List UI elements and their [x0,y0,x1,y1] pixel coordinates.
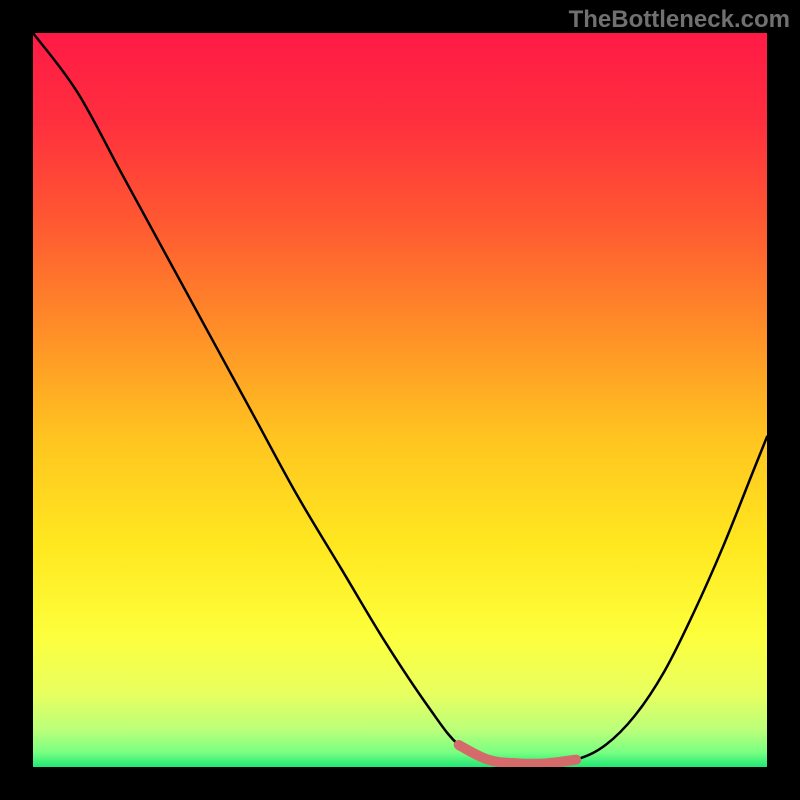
bottleneck-chart [33,33,767,767]
watermark-text: TheBottleneck.com [569,6,790,34]
gradient-background [33,33,767,767]
